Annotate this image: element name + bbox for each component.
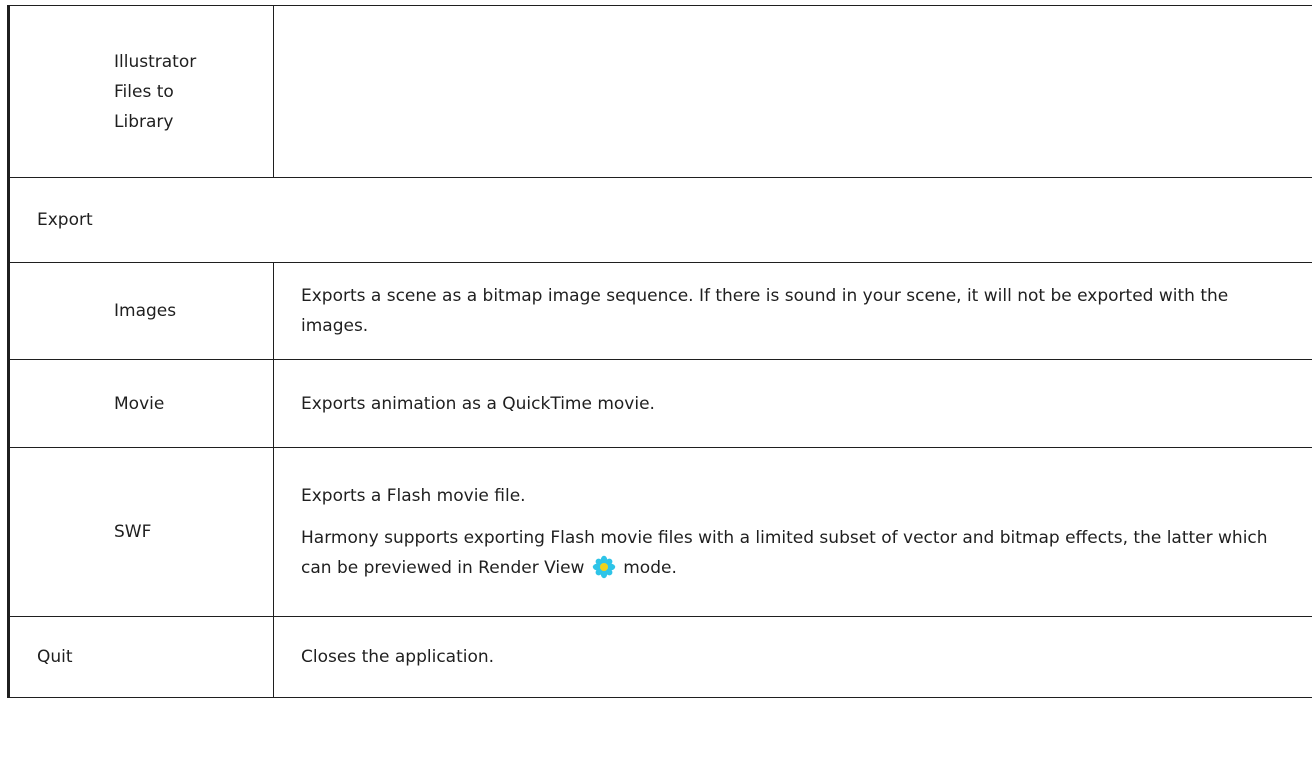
row-label: Quit xyxy=(37,647,73,667)
menu-reference-table: Illustrator Files to Library Export Imag… xyxy=(7,5,1312,698)
table-row: Images Exports a scene as a bitmap image… xyxy=(7,262,1312,360)
row-label-cell: Quit xyxy=(7,616,274,698)
table-row: SWF Exports a Flash movie file. Harmony … xyxy=(7,447,1312,617)
row-description-paragraph: Exports a Flash movie file. xyxy=(301,486,526,506)
row-description-cell: Exports a Flash movie file. Harmony supp… xyxy=(273,447,1312,617)
render-view-icon xyxy=(592,555,616,579)
row-description-cell: Exports animation as a QuickTime movie. xyxy=(273,359,1312,448)
table-row: Illustrator Files to Library xyxy=(7,5,1312,178)
row-label: SWF xyxy=(114,522,152,542)
table-row-section: Export xyxy=(7,177,1312,263)
row-label: Illustrator Files to Library xyxy=(114,51,197,132)
section-heading: Export xyxy=(37,210,93,230)
row-description: Exports animation as a QuickTime movie. xyxy=(301,393,655,414)
row-description-text: Harmony supports exporting Flash movie f… xyxy=(301,528,1268,578)
table-row: Quit Closes the application. xyxy=(7,616,1312,698)
row-description-cell xyxy=(273,5,1312,178)
row-description-cell: Exports a scene as a bitmap image sequen… xyxy=(273,262,1312,360)
document-page: Illustrator Files to Library Export Imag… xyxy=(0,0,1312,760)
row-description-paragraph: Harmony supports exporting Flash movie f… xyxy=(301,523,1292,583)
row-description: Exports a scene as a bitmap image sequen… xyxy=(301,286,1229,336)
row-label-cell: Movie xyxy=(7,359,274,448)
row-label-cell: Illustrator Files to Library xyxy=(7,5,274,178)
row-description: Closes the application. xyxy=(301,647,495,667)
row-label: Images xyxy=(114,301,177,321)
row-label-cell: Images xyxy=(7,262,274,360)
section-heading-cell: Export xyxy=(7,177,1312,263)
row-label-cell: SWF xyxy=(7,447,274,617)
row-label: Movie xyxy=(114,393,165,414)
row-description-text: mode. xyxy=(623,558,677,578)
table-row: Movie Exports animation as a QuickTime m… xyxy=(7,359,1312,448)
row-description-cell: Closes the application. xyxy=(273,616,1312,698)
